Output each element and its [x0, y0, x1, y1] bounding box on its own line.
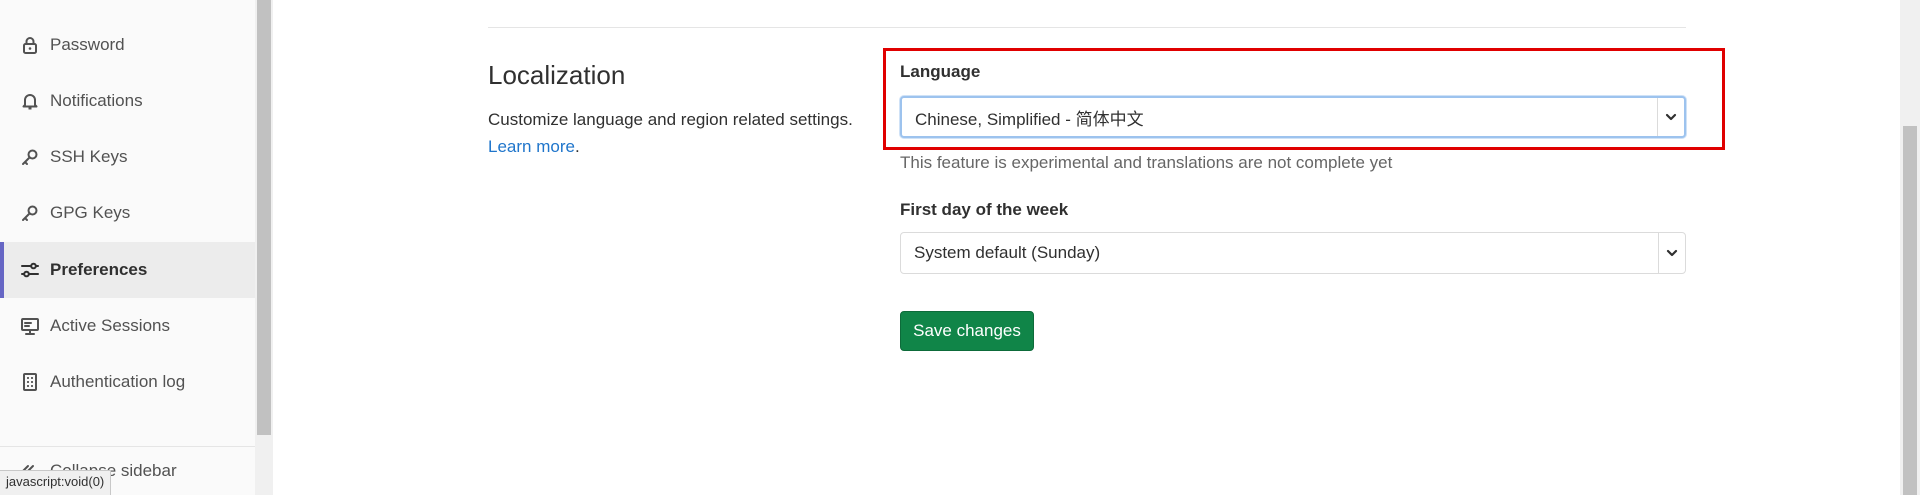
- section-description-text: Customize language and region related se…: [488, 110, 853, 129]
- first-day-label: First day of the week: [900, 200, 1069, 219]
- sidebar-item-label: Active Sessions: [50, 316, 170, 335]
- main-scrollbar-thumb[interactable]: [1903, 126, 1917, 495]
- key-icon: [20, 203, 40, 223]
- sidebar-item-label: Preferences: [50, 260, 148, 279]
- sidebar-item-label: Notifications: [50, 91, 143, 110]
- main-scrollbar[interactable]: [1900, 0, 1920, 495]
- sidebar-scrollbar-thumb[interactable]: [257, 0, 271, 435]
- sidebar-item-label: SSH Keys: [50, 147, 128, 166]
- key-icon: [20, 147, 40, 167]
- sidebar-item-label: GPG Keys: [50, 203, 131, 222]
- sidebar-item-gpg-keys[interactable]: GPG Keys: [0, 185, 255, 241]
- learn-more-suffix: .: [574, 137, 580, 156]
- status-bar-url: javascript:void(0): [0, 470, 112, 495]
- sidebar-item-label: Authentication log: [50, 372, 186, 391]
- bell-icon: [20, 91, 40, 111]
- first-day-select[interactable]: System default (Sunday): [900, 232, 1686, 274]
- section-divider: [488, 27, 1686, 28]
- save-changes-button[interactable]: Save changes: [900, 311, 1034, 351]
- sidebar-item-password[interactable]: Password: [0, 17, 255, 73]
- sidebar-item-preferences[interactable]: Preferences: [0, 242, 255, 298]
- sidebar-item-notifications[interactable]: Notifications: [0, 73, 255, 129]
- sidebar-item-label: Password: [50, 35, 125, 54]
- log-icon: [20, 372, 40, 392]
- section-description: Customize language and region related se…: [488, 106, 868, 160]
- language-help-text: This feature is experimental and transla…: [900, 153, 1393, 172]
- preferences-icon: [20, 260, 40, 280]
- highlight-annotation: [883, 48, 1725, 150]
- sidebar: Password Notifications SSH Keys GPG Keys…: [0, 0, 255, 495]
- chevron-down-icon[interactable]: [1658, 233, 1685, 273]
- section-title: Localization: [488, 60, 626, 90]
- learn-more-link[interactable]: Learn more: [488, 137, 575, 156]
- first-day-select-value: System default (Sunday): [914, 243, 1101, 262]
- sidebar-item-active-sessions[interactable]: Active Sessions: [0, 298, 255, 354]
- monitor-icon: [20, 316, 40, 336]
- sidebar-scrollbar[interactable]: [255, 0, 273, 495]
- sidebar-item-authentication-log[interactable]: Authentication log: [0, 354, 255, 410]
- lock-icon: [20, 35, 40, 55]
- sidebar-item-ssh-keys[interactable]: SSH Keys: [0, 129, 255, 185]
